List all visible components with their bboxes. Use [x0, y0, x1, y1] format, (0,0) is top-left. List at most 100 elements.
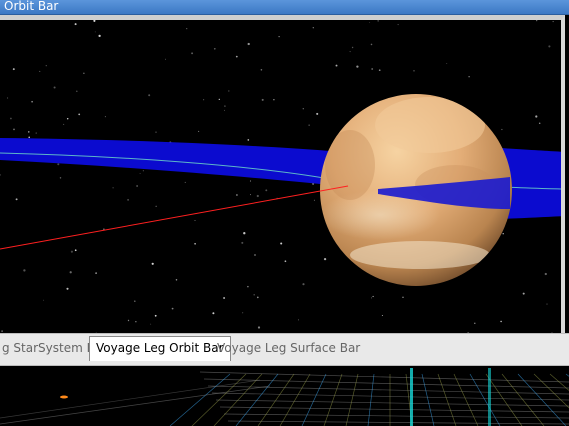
star: [46, 65, 47, 66]
star: [143, 170, 144, 171]
star: [150, 324, 151, 325]
star: [112, 187, 113, 188]
star: [155, 131, 156, 132]
star: [63, 124, 64, 125]
star: [242, 312, 243, 313]
star: [152, 263, 154, 265]
star: [198, 131, 199, 132]
star: [103, 229, 104, 230]
star: [314, 200, 315, 201]
star: [98, 35, 100, 37]
star: [373, 296, 374, 297]
star: [309, 125, 310, 126]
star: [278, 36, 279, 37]
star: [413, 70, 414, 71]
star: [378, 20, 379, 21]
star: [23, 269, 25, 271]
star: [194, 243, 196, 245]
star: [302, 283, 304, 285]
star: [127, 199, 129, 201]
star: [36, 133, 37, 134]
star: [262, 99, 264, 101]
star: [176, 279, 178, 281]
star: [156, 206, 157, 207]
star: [553, 21, 554, 22]
star: [28, 137, 30, 139]
star: [70, 271, 72, 273]
star: [214, 48, 216, 50]
star: [257, 195, 259, 197]
star: [273, 99, 274, 100]
tab-label: Voyage Leg Surface Bar: [217, 341, 360, 355]
tab-voyage-leg-orbit-bar[interactable]: Voyage Leg Orbit Bar: [89, 336, 231, 361]
tab-voyage-leg-surface-bar[interactable]: Voyage Leg Surface Bar: [211, 337, 366, 360]
star: [535, 115, 537, 117]
star: [78, 113, 80, 115]
star: [95, 272, 97, 274]
star: [257, 297, 259, 299]
star: [43, 300, 44, 301]
star: [95, 31, 96, 32]
star: [243, 232, 245, 234]
star: [76, 90, 78, 92]
star: [60, 177, 61, 178]
star: [253, 294, 255, 296]
star: [247, 286, 249, 288]
star: [185, 182, 186, 183]
star: [352, 47, 353, 48]
star: [148, 94, 150, 96]
marker-icon: [60, 396, 68, 399]
star: [39, 71, 40, 72]
star: [546, 304, 547, 305]
star: [223, 297, 225, 299]
surface-3d-viewport[interactable]: [0, 366, 569, 426]
star: [316, 113, 318, 115]
star: [203, 99, 204, 100]
star: [57, 163, 59, 165]
star: [247, 139, 249, 141]
star: [228, 90, 229, 91]
surface-view-panel[interactable]: [0, 365, 569, 426]
star: [548, 45, 550, 47]
star: [285, 260, 287, 262]
star: [224, 105, 226, 107]
star: [261, 69, 263, 71]
orbit-view-panel[interactable]: [0, 15, 565, 333]
star: [16, 198, 18, 200]
star: [254, 254, 255, 255]
star: [13, 68, 15, 70]
star: [250, 181, 251, 182]
star: [398, 24, 399, 25]
star: [172, 308, 174, 310]
star: [236, 194, 238, 196]
star: [350, 51, 351, 52]
star: [191, 52, 193, 54]
star: [371, 297, 372, 298]
star: [523, 293, 525, 295]
star: [13, 129, 15, 131]
star: [212, 312, 214, 314]
star: [10, 118, 12, 120]
star: [382, 315, 383, 316]
star: [280, 242, 282, 244]
star: [236, 56, 238, 58]
star: [7, 98, 8, 99]
orbit-3d-viewport[interactable]: [0, 20, 565, 333]
star: [67, 118, 68, 119]
star: [28, 131, 29, 132]
star: [186, 28, 187, 29]
star: [356, 65, 358, 67]
star: [83, 73, 84, 74]
star: [1, 330, 3, 332]
star: [219, 99, 220, 100]
star: [324, 258, 326, 260]
star: [501, 129, 502, 130]
star: [250, 194, 251, 195]
window-titlebar: Orbit Bar: [0, 0, 569, 15]
planet[interactable]: [320, 94, 512, 286]
star: [402, 297, 403, 298]
star: [503, 233, 504, 234]
tab-label: Voyage Leg Orbit Bar: [96, 341, 224, 355]
star: [54, 86, 56, 88]
star: [258, 326, 260, 328]
